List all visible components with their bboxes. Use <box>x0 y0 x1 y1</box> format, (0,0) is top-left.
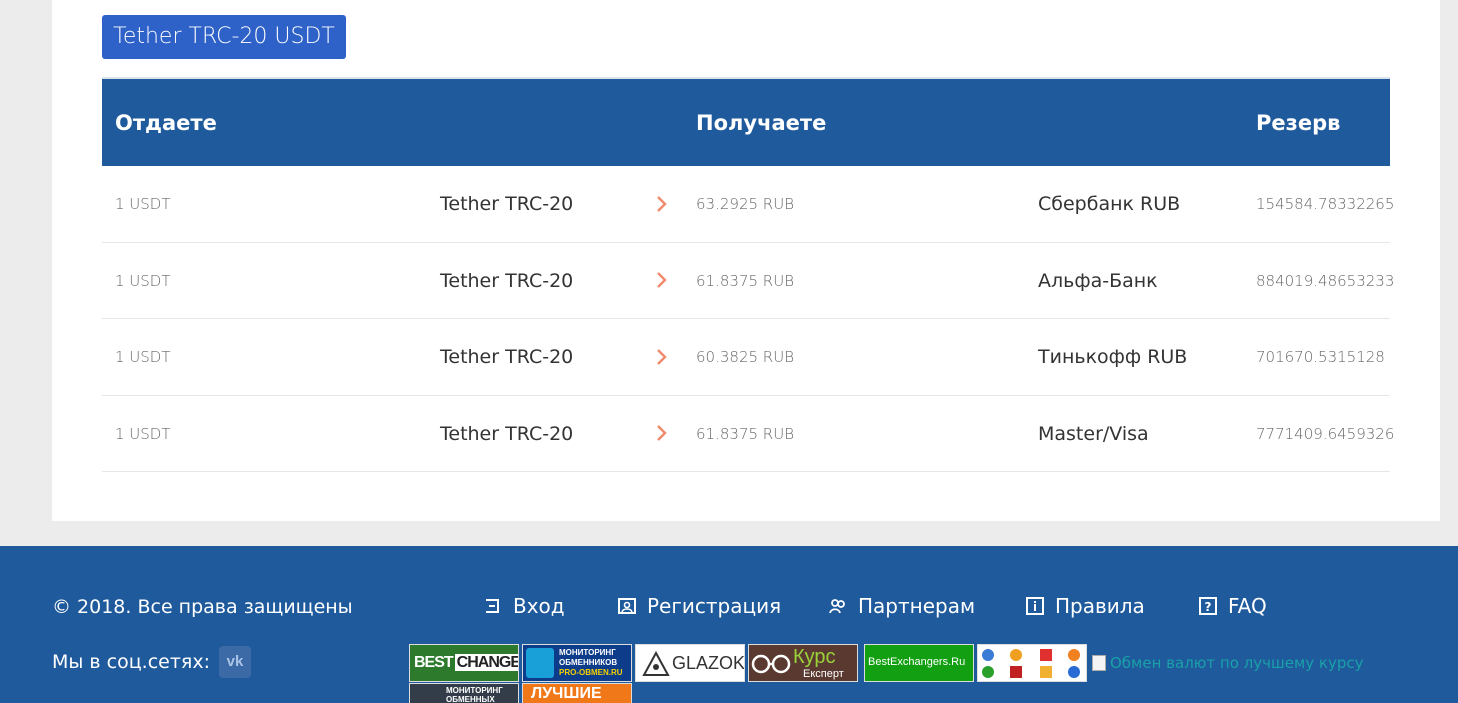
reserve-value: 884019.48653233 <box>1256 271 1395 290</box>
glazok-text: GLAZOK <box>672 653 745 673</box>
pro-obmen-text-c: PRO-OBMEN.RU <box>559 668 623 677</box>
get-currency: Альфа-Банк <box>1038 269 1158 292</box>
bestchange-text-a: BEST <box>414 654 454 671</box>
give-currency: Tether TRC-20 <box>440 193 574 215</box>
rates-table: Отдаете Получаете Резерв 1 USDT Tether T… <box>102 77 1394 472</box>
bestchange-badge[interactable]: BEST CHANGE <box>409 644 519 682</box>
header-reserve: Резерв <box>1256 111 1341 135</box>
reserve-value: 701670.5315128 <box>1256 348 1385 366</box>
give-amount: 1 USDT <box>115 195 171 213</box>
vk-icon[interactable]: vk <box>219 646 251 678</box>
pro-obmen-text-b: ОБМЕННИКОВ <box>559 658 618 667</box>
rules-link[interactable]: Правила <box>1025 594 1145 618</box>
copyright-text: © 2018. Все права защищены <box>52 596 353 618</box>
bestexchangers-text: BestExchangers.Ru <box>868 656 966 668</box>
get-rate: 61.8375 RUB <box>696 424 795 443</box>
pro-obmen-logo-icon <box>526 648 554 678</box>
get-currency: Сбербанк RUB <box>1038 193 1181 215</box>
get-rate: 60.3825 RUB <box>696 348 795 366</box>
kurs-expert-badge[interactable]: Курс Експерт <box>748 644 858 682</box>
currency-icons-badge[interactable] <box>977 644 1087 682</box>
glasses-icon <box>751 654 791 674</box>
currency-icons-grid-icon <box>982 649 1082 679</box>
header-get: Получаете <box>696 111 827 135</box>
best-badge[interactable]: ЛУЧШИЕ <box>522 683 632 703</box>
monitoring2-text-b: ОБМЕННЫХ <box>446 695 495 703</box>
login-icon <box>486 599 499 613</box>
question-icon: ? <box>1199 597 1217 615</box>
social-label: Мы в соц.сетях: <box>52 651 210 673</box>
get-currency: Тинькофф RUB <box>1038 346 1188 368</box>
header-give: Отдаете <box>115 111 217 135</box>
glazok-badge[interactable]: GLAZOK <box>635 644 745 682</box>
partners-icon <box>829 599 845 614</box>
chevron-right-icon <box>656 396 672 472</box>
broken-image-alt-text: Обмен валют по лучшему курсу <box>1110 654 1364 672</box>
info-icon <box>1026 597 1044 615</box>
rate-row[interactable]: 1 USDT Tether TRC-20 60.3825 RUB Тинькоф… <box>102 319 1390 396</box>
get-rate: 61.8375 RUB <box>696 271 795 290</box>
register-label: Регистрация <box>647 594 782 618</box>
pro-obmen-text-a: МОНИТОРИНГ <box>559 648 616 657</box>
bestexchangers-badge[interactable]: BestExchangers.Ru <box>864 644 974 682</box>
give-currency: Tether TRC-20 <box>440 346 574 368</box>
rate-row[interactable]: 1 USDT Tether TRC-20 61.8375 RUB Master/… <box>102 396 1394 472</box>
monitoring-badge-2[interactable]: МОНИТОРИНГ ОБМЕННЫХ <box>409 683 519 703</box>
give-amount: 1 USDT <box>115 271 171 290</box>
partners-link[interactable]: Партнерам <box>828 594 975 618</box>
rate-row[interactable]: 1 USDT Tether TRC-20 61.8375 RUB Альфа-Б… <box>102 243 1394 319</box>
give-amount: 1 USDT <box>115 348 171 366</box>
register-icon <box>618 598 636 614</box>
eye-pyramid-icon <box>642 651 670 676</box>
get-rate: 63.2925 RUB <box>696 195 795 213</box>
faq-label: FAQ <box>1228 594 1267 618</box>
faq-link[interactable]: ? FAQ <box>1198 594 1267 618</box>
reserve-value: 154584.78332265 <box>1256 195 1395 213</box>
monitoring2-text-a: МОНИТОРИНГ <box>446 686 503 695</box>
login-label: Вход <box>513 594 565 618</box>
pro-obmen-badge[interactable]: МОНИТОРИНГ ОБМЕННИКОВ PRO-OBMEN.RU <box>522 644 632 682</box>
give-currency: Tether TRC-20 <box>440 422 574 445</box>
give-amount: 1 USDT <box>115 424 171 443</box>
rules-label: Правила <box>1055 594 1145 618</box>
pair-title-button[interactable]: Tether TRC-20 USDT <box>102 15 346 59</box>
chevron-right-icon <box>656 319 672 395</box>
bestchange-text-b: CHANGE <box>454 654 518 671</box>
exchange-rate-image-alt[interactable]: Обмен валют по лучшему курсу <box>1092 654 1364 672</box>
chevron-right-icon <box>656 166 672 242</box>
register-link[interactable]: Регистрация <box>617 594 781 618</box>
partners-label: Партнерам <box>858 594 976 618</box>
broken-image-icon <box>1092 655 1106 671</box>
rates-table-header: Отдаете Получаете Резерв <box>102 77 1390 166</box>
reserve-value: 7771409.6459326 <box>1256 424 1395 443</box>
chevron-right-icon <box>656 243 672 319</box>
best-badge-text: ЛУЧШИЕ <box>531 685 602 702</box>
get-currency: Master/Visa <box>1038 422 1149 445</box>
give-currency: Tether TRC-20 <box>440 269 574 292</box>
login-link[interactable]: Вход <box>483 594 565 618</box>
kurs-text-b: Експерт <box>803 668 844 680</box>
svg-text:?: ? <box>1205 600 1212 614</box>
site-footer: © 2018. Все права защищены Мы в соц.сетя… <box>0 546 1458 703</box>
kurs-text-a: Курс <box>793 646 836 668</box>
rate-row[interactable]: 1 USDT Tether TRC-20 63.2925 RUB Сбербан… <box>102 166 1394 243</box>
